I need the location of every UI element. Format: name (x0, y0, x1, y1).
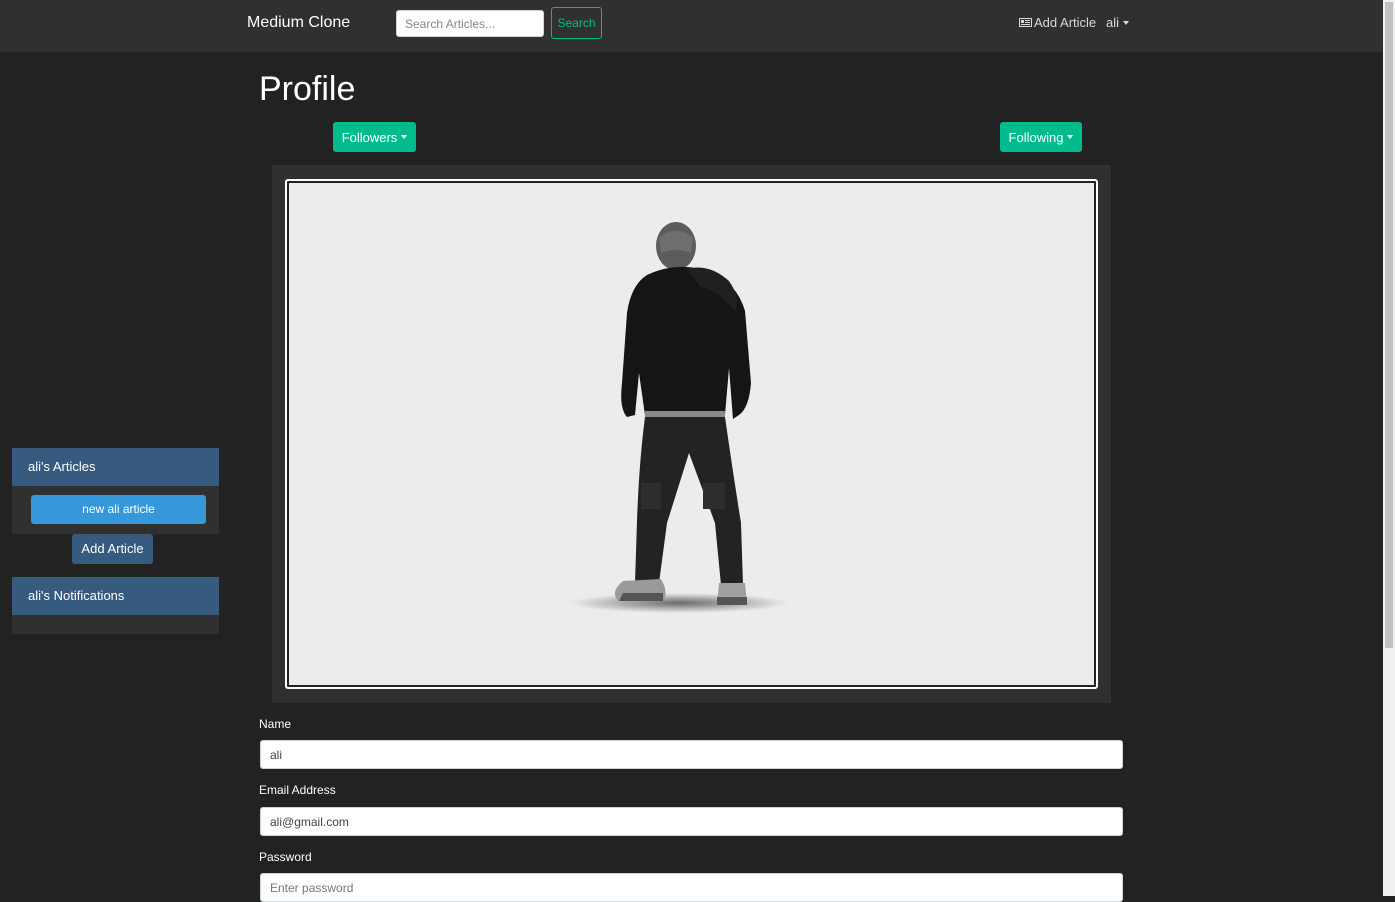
following-dropdown-button[interactable]: Following (1000, 122, 1082, 152)
newspaper-icon (1019, 18, 1032, 27)
chevron-down-icon (1123, 20, 1130, 25)
sidebar-articles-header: ali's Articles (12, 448, 219, 486)
password-label: Password (259, 850, 312, 864)
email-field[interactable] (260, 807, 1123, 836)
password-field[interactable] (260, 873, 1123, 902)
brand-link[interactable]: Medium Clone (247, 14, 350, 32)
chevron-down-icon (401, 135, 408, 139)
email-label: Email Address (259, 783, 336, 797)
chevron-down-icon (1067, 135, 1074, 139)
top-navbar: Medium Clone Search Add Article ali (0, 0, 1383, 52)
name-label: Name (259, 717, 292, 731)
page-title: Profile (259, 70, 356, 108)
nav-add-article-link[interactable]: Add Article (1019, 15, 1096, 30)
sidebar-articles-panel: ali's Articles new ali article (12, 448, 219, 534)
sidebar-notifications-panel: ali's Notifications (12, 577, 219, 634)
sidebar-article-item[interactable]: new ali article (31, 495, 206, 524)
profile-image (289, 183, 1094, 685)
nav-add-article-label: Add Article (1034, 15, 1097, 30)
user-name: ali (1106, 15, 1120, 30)
followers-label: Followers (341, 129, 398, 145)
sidebar-add-article-button[interactable]: Add Article (72, 534, 153, 564)
sidebar-notifications-header: ali's Notifications (12, 577, 219, 615)
followers-dropdown-button[interactable]: Followers (333, 122, 416, 152)
search-input[interactable] (396, 10, 544, 37)
scrollbar-thumb[interactable] (1385, 2, 1393, 648)
following-label: Following (1008, 129, 1064, 145)
profile-image-frame (285, 179, 1098, 689)
user-dropdown[interactable]: ali (1106, 15, 1130, 30)
name-field[interactable] (260, 740, 1123, 769)
search-button[interactable]: Search (551, 7, 602, 39)
